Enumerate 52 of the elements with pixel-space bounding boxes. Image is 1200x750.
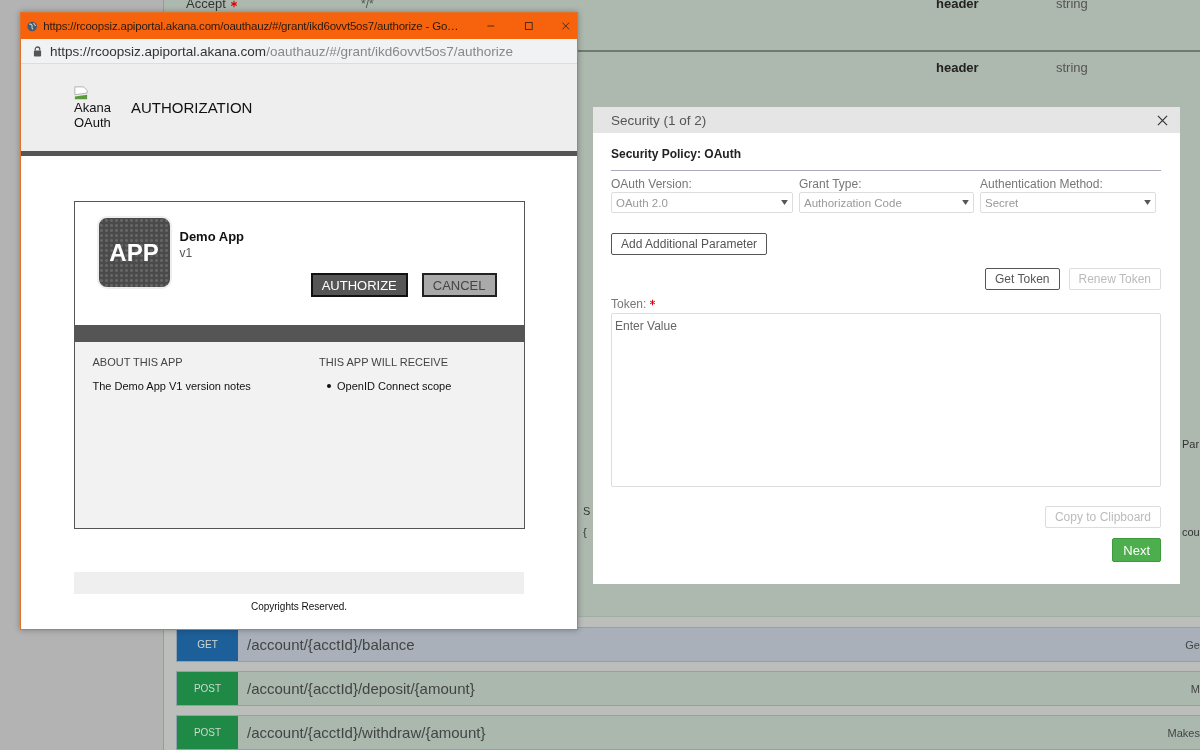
window-title: https://rcoopsiz.apiportal.akana.com/oauthauz/#/grant/ikd6ovvt5os7/authorize - Go… <box>43 20 459 32</box>
section-title: Security Policy: OAuth <box>611 147 743 161</box>
section-title: ABOUT THIS APP <box>92 356 184 368</box>
authorize-button[interactable]: AUTHORIZE <box>310 273 408 297</box>
caret-icon <box>1144 200 1151 205</box>
about-text: The Demo App V1 version notes <box>92 380 252 392</box>
close-icon[interactable] <box>1157 114 1168 126</box>
endpoint-path: /account/{acctId}/withdraw/{amount} <box>247 724 486 741</box>
cancel-button[interactable]: CANCEL <box>421 273 497 297</box>
app-name: Demo App <box>179 229 245 244</box>
broken-image-icon <box>74 85 88 100</box>
bullet-icon <box>327 384 331 388</box>
endpoint-summary: Ge <box>1185 638 1200 651</box>
parameter-value: */* <box>361 0 375 10</box>
parameter-type: string <box>1056 60 1089 75</box>
address-url: https://rcoopsiz.apiportal.akana.com/oauthauz/#/grant/ikd6ovvt5os7/authorize <box>50 43 514 59</box>
lock-icon <box>33 45 42 57</box>
endpoint-path: /account/{acctId}/balance <box>247 636 415 653</box>
method-badge: POST <box>177 672 238 705</box>
app-version: v1 <box>179 246 194 260</box>
endpoint-row[interactable]: POST /account/{acctId}/withdraw/{amount} Makes <box>176 715 1200 750</box>
caret-icon <box>962 200 969 205</box>
field-label: Authentication Method: <box>980 177 1104 191</box>
endpoint-summary: M <box>1190 682 1200 695</box>
section-title: THIS APP WILL RECEIVE <box>319 356 449 368</box>
caret-icon <box>781 200 788 205</box>
partial-text: S <box>583 505 591 517</box>
field-label: Grant Type: <box>799 177 863 191</box>
add-parameter-button[interactable]: Add Additional Parameter <box>611 233 768 255</box>
logo-alt-text: Akana OAuth <box>74 99 112 130</box>
partial-text: Par <box>1182 438 1200 450</box>
method-badge: GET <box>177 628 238 661</box>
field-label: Token: <box>611 297 648 311</box>
address-bar[interactable]: https://rcoopsiz.apiportal.akana.com/oauthauz/#/grant/ikd6ovvt5os7/authorize <box>21 39 577 64</box>
token-field[interactable]: Enter Value <box>611 313 1161 487</box>
endpoint-summary: Makes <box>1167 726 1200 739</box>
maximize-icon[interactable] <box>523 20 534 32</box>
page-heading: AUTHORIZATION <box>131 99 253 116</box>
endpoint-row[interactable]: POST /account/{acctId}/deposit/{amount} M <box>176 671 1200 706</box>
app-icon: APP <box>96 216 172 289</box>
partial-text: cou <box>1182 526 1200 538</box>
copyright-text: Copyrights Reserved. <box>250 601 348 612</box>
field-label: OAuth Version: <box>611 177 693 191</box>
token-button[interactable]: Get Token <box>985 268 1060 290</box>
endpoint-path: /account/{acctId}/deposit/{amount} <box>247 680 475 697</box>
method-badge: POST <box>177 716 238 749</box>
scope-item: OpenID Connect scope <box>337 380 452 392</box>
next-button[interactable]: Next <box>1112 538 1161 562</box>
globe-icon <box>27 19 38 33</box>
dialog-title: Security (1 of 2) <box>611 112 708 128</box>
parameter-location: header <box>936 60 980 75</box>
partial-text: { <box>583 526 587 538</box>
